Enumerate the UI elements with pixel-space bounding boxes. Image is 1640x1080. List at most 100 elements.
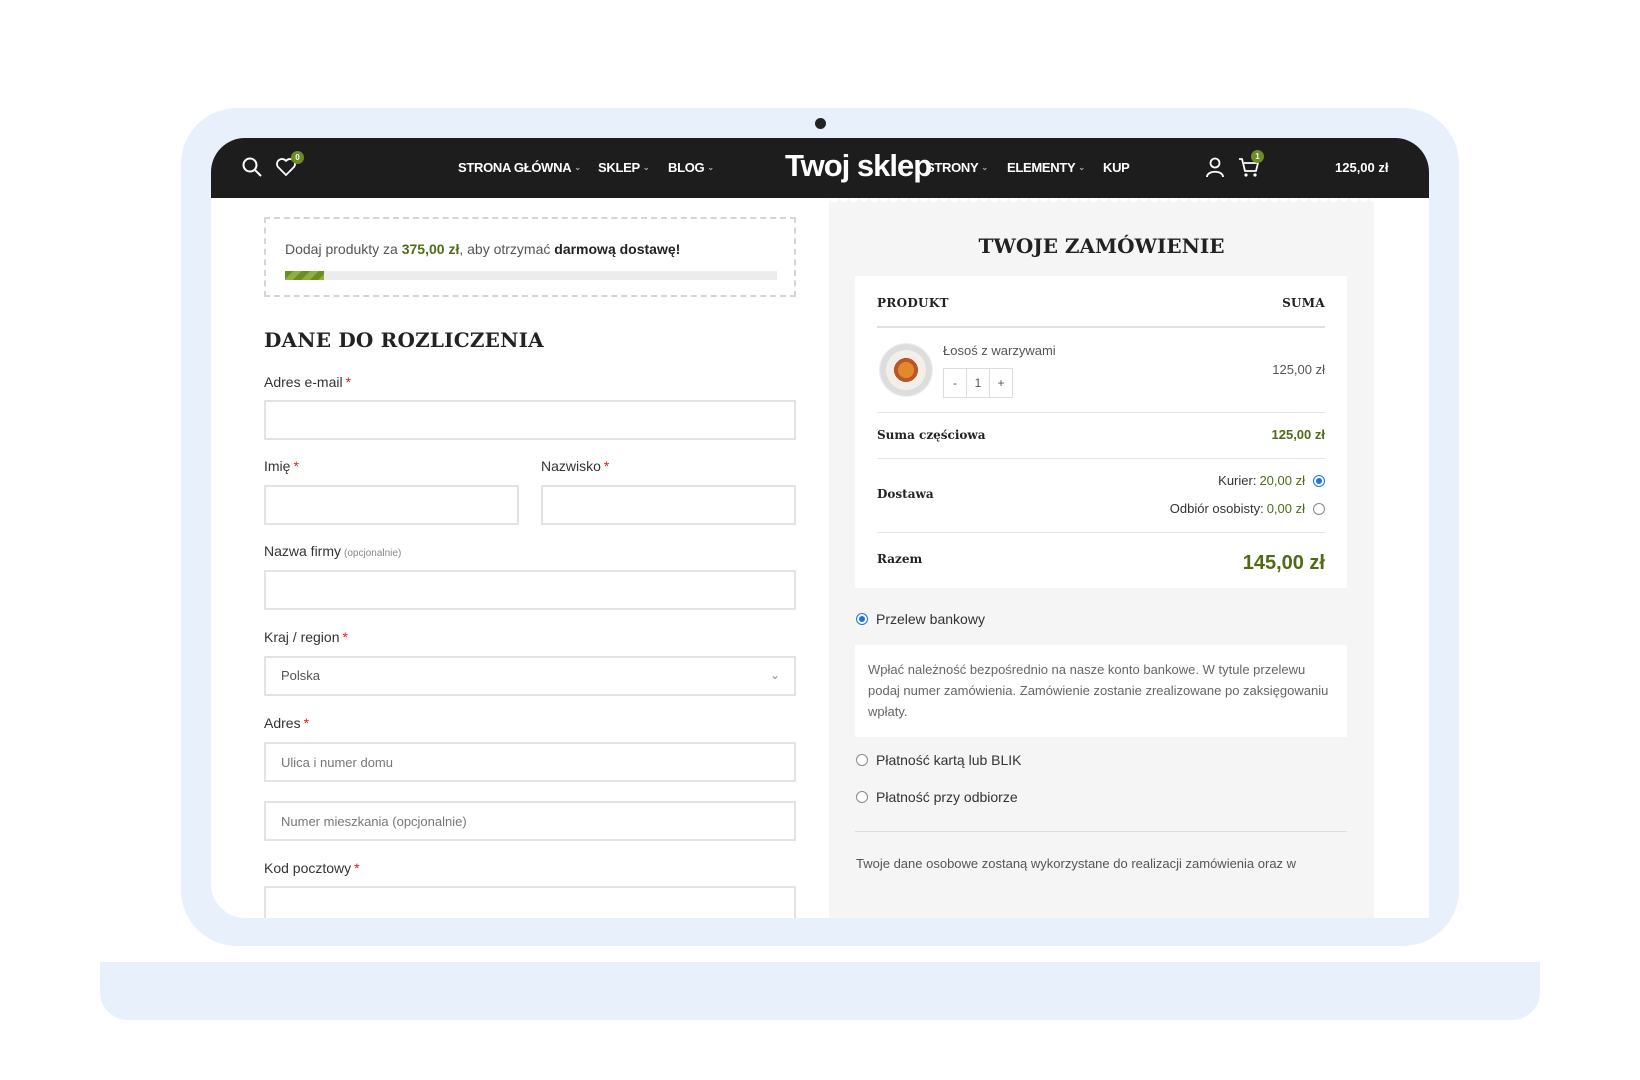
quantity-input[interactable]: 1: [966, 368, 990, 398]
chevron-down-icon: ⌄: [642, 163, 650, 172]
wishlist-count-badge: 0: [291, 151, 304, 164]
country-select[interactable]: Polska ⌄: [264, 656, 796, 696]
required-mark: *: [354, 860, 360, 876]
address-label-text: Adres: [264, 715, 301, 731]
order-panel-scallop-edge: [829, 198, 1374, 206]
column-header-product: PRODUKT: [877, 296, 949, 310]
column-header-total: SUMA: [1282, 296, 1325, 310]
shipping-option-pickup[interactable]: Odbiór osobisty: 0,00 zł: [1170, 501, 1325, 516]
chevron-down-icon: ⌄: [981, 163, 988, 172]
company-field[interactable]: [264, 570, 796, 610]
user-account-icon[interactable]: [1204, 156, 1226, 178]
postcode-field[interactable]: [264, 886, 796, 918]
last-name-label: Nazwisko *: [541, 458, 609, 474]
free-shipping-text: Dodaj produkty za 375,00 zł, aby otrzyma…: [285, 241, 680, 257]
divider: [877, 458, 1325, 459]
cart-total[interactable]: 125,00 zł: [1335, 160, 1389, 175]
apartment-field[interactable]: [264, 801, 796, 841]
cart-count-badge: 1: [1251, 150, 1264, 163]
nav-item-pages-label: STRONY: [926, 160, 979, 175]
cod-radio[interactable]: [856, 791, 868, 803]
subtotal-value: 125,00 zł: [1271, 427, 1326, 442]
bank-transfer-label: Przelew bankowy: [876, 611, 985, 627]
billing-section-title: DANE DO ROZLICZENIA: [264, 328, 544, 352]
chevron-down-icon: ⌄: [1078, 163, 1085, 172]
product-name[interactable]: Łosoś z warzywami: [943, 343, 1056, 358]
subtotal-label: Suma częściowa: [877, 428, 986, 442]
chevron-down-icon: ⌄: [707, 163, 714, 172]
optional-note: (opcjonalnie): [344, 548, 402, 559]
search-icon[interactable]: [241, 156, 263, 178]
first-name-field[interactable]: [264, 485, 519, 525]
required-mark: *: [342, 629, 348, 645]
company-label-text: Nazwa firmy: [264, 543, 342, 559]
email-label-text: Adres e-mail: [264, 374, 343, 390]
site-logo[interactable]: Twoj sklep: [785, 148, 932, 184]
email-label: Adres e-mail *: [264, 374, 351, 390]
order-title: TWOJE ZAMÓWIENIE: [978, 234, 1225, 258]
shipping-courier-radio[interactable]: [1313, 474, 1325, 487]
nav-item-buy[interactable]: KUP: [1103, 160, 1130, 175]
shipping-option-pickup-label: Odbiór osobisty:: [1169, 501, 1264, 516]
divider: [877, 412, 1325, 413]
quantity-decrease-button[interactable]: -: [943, 368, 967, 398]
order-review-table: PRODUKT SUMA Łosoś z warzywami - 1 + 125…: [855, 276, 1347, 588]
payment-option-card-blik[interactable]: Płatność kartą lub BLIK: [856, 752, 1022, 768]
postcode-label: Kod pocztowy *: [264, 860, 360, 876]
email-field[interactable]: [264, 400, 796, 440]
first-name-label: Imię *: [264, 458, 299, 474]
nav-item-shop[interactable]: SKLEP ⌄: [598, 160, 650, 175]
chevron-down-icon: ⌄: [769, 668, 780, 682]
shipping-option-courier[interactable]: Kurier: 20,00 zł: [1218, 473, 1325, 488]
required-mark: *: [293, 458, 299, 474]
bank-transfer-radio[interactable]: [856, 613, 868, 625]
last-name-field[interactable]: [541, 485, 796, 525]
camera-dot: [815, 118, 826, 129]
nav-item-blog[interactable]: BLOG ⌄: [668, 160, 714, 175]
shipping-option-courier-label: Kurier:: [1218, 473, 1257, 488]
card-blik-label: Płatność kartą lub BLIK: [876, 752, 1022, 768]
free-shipping-progress-bar: [285, 271, 777, 280]
nav-item-home[interactable]: STRONA GŁÓWNA ⌄: [458, 160, 581, 175]
last-name-label-text: Nazwisko: [541, 458, 601, 474]
postcode-label-text: Kod pocztowy: [264, 860, 352, 876]
free-shipping-amount: 375,00 zł: [401, 241, 460, 257]
first-name-label-text: Imię: [264, 458, 291, 474]
nav-item-elements-label: ELEMENTY: [1007, 160, 1076, 175]
shipping-label: Dostawa: [877, 487, 934, 501]
divider: [877, 326, 1325, 328]
product-thumbnail[interactable]: [880, 344, 932, 396]
nav-item-elements[interactable]: ELEMENTY ⌄: [1007, 160, 1085, 175]
quantity-increase-button[interactable]: +: [989, 368, 1013, 398]
divider: [855, 831, 1347, 832]
chevron-down-icon: ⌄: [574, 163, 581, 172]
bank-transfer-description: Wpłać należność bezpośrednio na nasze ko…: [855, 645, 1347, 737]
nav-item-pages[interactable]: STRONY ⌄: [926, 160, 988, 175]
privacy-policy-text: Twoje dane osobowe zostaną wykorzystane …: [856, 856, 1297, 871]
shipping-option-pickup-price: 0,00 zł: [1266, 501, 1305, 516]
country-label: Kraj / region *: [264, 629, 348, 645]
required-mark: *: [603, 458, 610, 474]
country-select-value: Polska: [281, 668, 321, 683]
card-blik-radio[interactable]: [856, 754, 868, 766]
free-shipping-text-before: Dodaj produkty za: [285, 241, 402, 257]
street-field[interactable]: [264, 742, 796, 782]
address-label: Adres *: [264, 715, 309, 731]
free-shipping-text-middle: , aby otrzymać: [459, 241, 555, 257]
shipping-pickup-radio[interactable]: [1313, 502, 1325, 515]
total-label: Razem: [877, 552, 923, 566]
company-label: Nazwa firmy (opcjonalnie): [264, 543, 401, 559]
required-mark: *: [345, 374, 352, 390]
laptop-base: [100, 962, 1540, 1020]
cod-label: Płatność przy odbiorze: [876, 789, 1018, 805]
nav-item-buy-label: KUP: [1103, 160, 1130, 175]
free-shipping-progress-fill: [285, 271, 325, 280]
browser-screen: 0 STRONA GŁÓWNA ⌄ SKLEP ⌄ BLOG ⌄ Twoj sklep…: [211, 138, 1429, 918]
payment-option-bank-transfer[interactable]: Przelew bankowy: [856, 611, 985, 627]
order-total-value: 145,00 zł: [1242, 552, 1325, 574]
country-label-text: Kraj / region: [264, 629, 340, 645]
payment-option-cod[interactable]: Płatność przy odbiorze: [856, 789, 1018, 805]
nav-item-blog-label: BLOG: [668, 160, 705, 175]
nav-item-shop-label: SKLEP: [598, 160, 640, 175]
required-mark: *: [303, 715, 310, 731]
